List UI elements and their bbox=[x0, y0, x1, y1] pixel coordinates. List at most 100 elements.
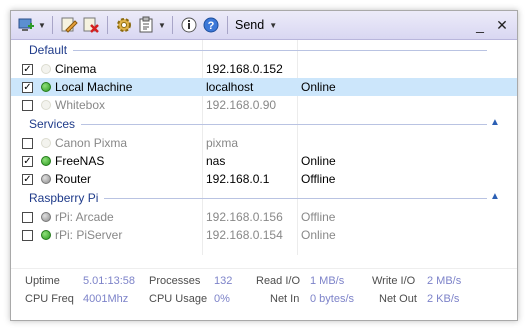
machine-address: 192.168.0.1 bbox=[206, 172, 270, 186]
machine-row[interactable]: rPi: Arcade 192.168.0.156 Offline bbox=[11, 208, 517, 226]
machine-address: pixma bbox=[206, 136, 239, 150]
svg-text:?: ? bbox=[208, 20, 215, 32]
cpu-freq-value: 4001Mhz bbox=[83, 293, 129, 305]
toolbar-separator bbox=[172, 16, 173, 34]
enable-checkbox[interactable] bbox=[22, 137, 33, 149]
machine-name: FreeNAS bbox=[55, 154, 105, 168]
status-dot-icon bbox=[41, 174, 51, 184]
group-label: Raspberry Pi bbox=[29, 191, 99, 205]
status-dot-icon bbox=[41, 230, 51, 240]
group-divider bbox=[73, 49, 487, 51]
clipboard-button[interactable] bbox=[135, 14, 157, 36]
enable-checkbox[interactable] bbox=[22, 211, 33, 223]
uptime-label: Uptime bbox=[25, 275, 60, 287]
machine-row[interactable]: ✓ Local Machine localhost Online bbox=[11, 78, 517, 96]
machine-name: Cinema bbox=[55, 62, 97, 76]
machine-name: Canon Pixma bbox=[55, 136, 128, 150]
machine-name: Local Machine bbox=[55, 80, 133, 94]
group-header[interactable]: Default bbox=[11, 40, 517, 60]
toolbar-separator bbox=[227, 16, 228, 34]
machine-address: 192.168.0.154 bbox=[206, 228, 283, 242]
toolbar: ▼ ▼ ? Send ▼ _ ✕ bbox=[11, 11, 517, 40]
read-io-label: Read I/O bbox=[256, 275, 301, 287]
edit-icon bbox=[61, 17, 78, 33]
collapse-icon[interactable]: ▲ bbox=[489, 191, 501, 203]
machine-row[interactable]: Canon Pixma pixma bbox=[11, 134, 517, 152]
machine-name: rPi: PiServer bbox=[55, 228, 123, 242]
net-out-value: 2 KB/s bbox=[427, 293, 460, 305]
app-window: ▼ ▼ ? Send ▼ _ ✕ Default ✓ Cinema 192.16… bbox=[10, 10, 518, 321]
group-divider bbox=[104, 197, 487, 199]
status-dot-icon bbox=[41, 82, 51, 92]
delete-icon bbox=[83, 17, 99, 33]
status-dot-icon bbox=[41, 64, 51, 74]
minimize-button[interactable]: _ bbox=[469, 11, 491, 39]
group-header[interactable]: Raspberry Pi ▲ bbox=[11, 188, 517, 208]
cpu-freq-label: CPU Freq bbox=[25, 293, 74, 305]
machine-row[interactable]: rPi: PiServer 192.168.0.154 Online bbox=[11, 226, 517, 244]
status-dot-icon bbox=[41, 100, 51, 110]
machine-name: Whitebox bbox=[55, 98, 106, 112]
status-dot-icon bbox=[41, 212, 51, 222]
delete-button[interactable] bbox=[80, 14, 102, 36]
send-dropdown-arrow[interactable]: ▼ bbox=[268, 21, 278, 30]
info-button[interactable] bbox=[178, 14, 200, 36]
clipboard-icon bbox=[139, 16, 153, 33]
machine-row[interactable]: Whitebox 192.168.0.90 bbox=[11, 96, 517, 114]
machine-address: 192.168.0.156 bbox=[206, 210, 283, 224]
machine-name: rPi: Arcade bbox=[55, 210, 114, 224]
machine-address: localhost bbox=[206, 80, 254, 94]
machine-address: 192.168.0.90 bbox=[206, 98, 277, 112]
write-io-value: 2 MB/s bbox=[427, 275, 462, 287]
settings-icon bbox=[117, 18, 131, 32]
edit-button[interactable] bbox=[58, 14, 80, 36]
enable-checkbox[interactable]: ✓ bbox=[22, 81, 33, 93]
machine-status: Online bbox=[301, 228, 336, 242]
send-button[interactable]: Send bbox=[233, 18, 268, 32]
toolbar-separator bbox=[107, 16, 108, 34]
machine-row[interactable]: ✓ Router 192.168.0.1 Offline bbox=[11, 170, 517, 188]
machine-list: Default ✓ Cinema 192.168.0.152 ✓ Local Machin… bbox=[11, 40, 517, 244]
uptime-value: 5.01:13:58 bbox=[83, 275, 135, 287]
group-header[interactable]: Services ▲ bbox=[11, 114, 517, 134]
status-dot-icon bbox=[41, 156, 51, 166]
add-dropdown-arrow[interactable]: ▼ bbox=[37, 21, 47, 30]
enable-checkbox[interactable] bbox=[22, 229, 33, 241]
stats-panel: Uptime 5.01:13:58 Processes 132 Read I/O… bbox=[11, 268, 517, 320]
info-icon bbox=[181, 17, 197, 33]
settings-button[interactable] bbox=[113, 14, 135, 36]
enable-checkbox[interactable]: ✓ bbox=[22, 155, 33, 167]
machine-address: nas bbox=[206, 154, 226, 168]
group-label: Default bbox=[29, 43, 68, 57]
write-io-label: Write I/O bbox=[372, 275, 416, 287]
read-io-value: 1 MB/s bbox=[310, 275, 345, 287]
group-label: Services bbox=[29, 117, 76, 131]
machine-status: Offline bbox=[301, 210, 336, 224]
machine-status: Online bbox=[301, 154, 336, 168]
collapse-icon[interactable] bbox=[489, 43, 501, 55]
processes-label: Processes bbox=[149, 275, 201, 287]
enable-checkbox[interactable] bbox=[22, 99, 33, 111]
machine-status: Online bbox=[301, 80, 336, 94]
toolbar-separator bbox=[52, 16, 53, 34]
machine-row[interactable]: ✓ Cinema 192.168.0.152 bbox=[11, 60, 517, 78]
collapse-icon[interactable]: ▲ bbox=[489, 117, 501, 129]
group-divider bbox=[81, 123, 487, 125]
machine-status: Offline bbox=[301, 172, 336, 186]
net-out-label: Net Out bbox=[379, 293, 417, 305]
machine-address: 192.168.0.152 bbox=[206, 62, 283, 76]
processes-value: 132 bbox=[214, 275, 233, 287]
net-in-label: Net In bbox=[270, 293, 300, 305]
close-button[interactable]: ✕ bbox=[491, 11, 513, 39]
add-computer-button[interactable] bbox=[15, 14, 37, 36]
enable-checkbox[interactable]: ✓ bbox=[22, 63, 33, 75]
machine-name: Router bbox=[55, 172, 92, 186]
enable-checkbox[interactable]: ✓ bbox=[22, 173, 33, 185]
status-dot-icon bbox=[41, 138, 51, 148]
add-computer-icon bbox=[18, 18, 34, 31]
cpu-usage-label: CPU Usage bbox=[149, 293, 208, 305]
help-button[interactable]: ? bbox=[200, 14, 222, 36]
machine-row[interactable]: ✓ FreeNAS nas Online bbox=[11, 152, 517, 170]
help-icon: ? bbox=[203, 17, 219, 33]
clipboard-dropdown-arrow[interactable]: ▼ bbox=[157, 21, 167, 30]
